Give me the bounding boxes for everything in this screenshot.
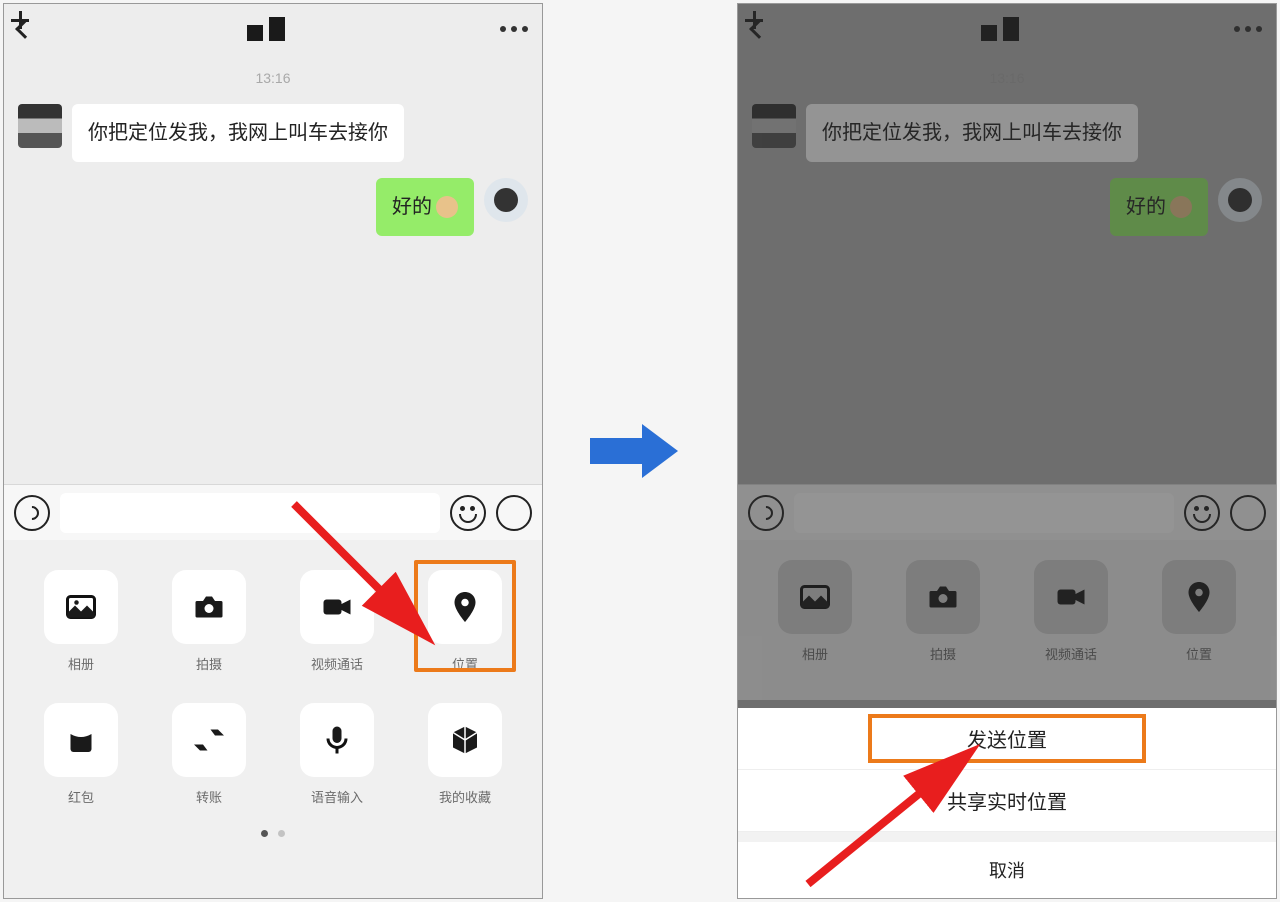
- chat-messages: 13:16 你把定位发我，我网上叫车去接你 好的: [738, 54, 1276, 484]
- voice-toggle-icon: [748, 495, 784, 531]
- message-bubble[interactable]: 好的: [376, 178, 474, 236]
- sheet-option-label: 共享实时位置: [947, 786, 1067, 815]
- attach-label: 视频通话: [1045, 644, 1097, 663]
- avatar[interactable]: [484, 178, 528, 222]
- flow-arrow-icon: [590, 424, 680, 478]
- attach-album: 相册: [762, 560, 868, 663]
- highlight-annotation: [868, 714, 1146, 763]
- sheet-share-realtime-location[interactable]: 共享实时位置: [738, 770, 1276, 832]
- timestamp: 13:16: [18, 70, 528, 86]
- plus-icon: [1230, 495, 1266, 531]
- input-bar: [4, 484, 542, 540]
- attach-label: 拍摄: [930, 644, 956, 663]
- location-pin-icon: [447, 589, 483, 625]
- ok-hand-emoji: [1170, 196, 1192, 218]
- mic-icon: [319, 722, 355, 758]
- contact-name-redacted: [981, 17, 1019, 41]
- avatar: [752, 104, 796, 148]
- plus-icon[interactable]: [496, 495, 532, 531]
- phone-screen-left: 13:16 你把定位发我，我网上叫车去接你 好的 相册: [3, 3, 543, 899]
- red-packet-icon: [63, 722, 99, 758]
- attach-label: 我的收藏: [439, 787, 491, 806]
- more-icon: [1234, 26, 1262, 32]
- message-outgoing: 好的: [752, 178, 1262, 236]
- timestamp: 13:16: [752, 70, 1262, 86]
- location-action-sheet: 发送位置 共享实时位置 取消: [738, 708, 1276, 898]
- message-bubble[interactable]: 你把定位发我，我网上叫车去接你: [72, 104, 404, 162]
- message-input: [794, 493, 1174, 533]
- video-icon: [319, 589, 355, 625]
- attach-camera[interactable]: 拍摄: [156, 570, 262, 673]
- input-bar: [738, 484, 1276, 540]
- message-input[interactable]: [60, 493, 440, 533]
- chat-header: [738, 4, 1276, 54]
- attach-transfer[interactable]: 转账: [156, 703, 262, 806]
- chat-messages: 13:16 你把定位发我，我网上叫车去接你 好的: [4, 54, 542, 484]
- attach-label: 相册: [802, 644, 828, 663]
- message-text: 好的: [392, 192, 432, 222]
- contact-name-redacted: [247, 17, 285, 41]
- transfer-icon: [191, 722, 227, 758]
- attachment-panel: 相册 拍摄 视频通话 位置: [738, 540, 1276, 700]
- attach-red-packet[interactable]: 红包: [28, 703, 134, 806]
- page-indicator: [28, 830, 518, 837]
- voice-toggle-icon[interactable]: [14, 495, 50, 531]
- message-outgoing: 好的: [18, 178, 528, 236]
- phone-screen-right: 13:16 你把定位发我，我网上叫车去接你 好的: [737, 3, 1277, 899]
- location-pin-icon: [1181, 579, 1217, 615]
- sheet-send-location[interactable]: 发送位置: [738, 708, 1276, 770]
- sheet-cancel[interactable]: 取消: [738, 842, 1276, 898]
- message-incoming: 你把定位发我，我网上叫车去接你: [752, 104, 1262, 162]
- attach-label: 红包: [68, 787, 94, 806]
- attach-location: 位置: [1146, 560, 1252, 663]
- attach-label: 位置: [452, 654, 478, 673]
- sheet-cancel-label: 取消: [989, 857, 1025, 883]
- attach-label: 视频通话: [311, 654, 363, 673]
- attach-label: 语音输入: [311, 787, 363, 806]
- message-incoming: 你把定位发我，我网上叫车去接你: [18, 104, 528, 162]
- ok-hand-emoji: [436, 196, 458, 218]
- image-icon: [63, 589, 99, 625]
- attach-voice-input[interactable]: 语音输入: [284, 703, 390, 806]
- image-icon: [797, 579, 833, 615]
- attach-label: 拍摄: [196, 654, 222, 673]
- video-icon: [1053, 579, 1089, 615]
- attachment-panel: 相册 拍摄 视频通话 位置 红包: [4, 540, 542, 899]
- emoji-icon[interactable]: [450, 495, 486, 531]
- emoji-icon: [1184, 495, 1220, 531]
- more-icon[interactable]: [500, 26, 528, 32]
- attach-album[interactable]: 相册: [28, 570, 134, 673]
- attach-location[interactable]: 位置: [412, 570, 518, 673]
- chat-header: [4, 4, 542, 54]
- message-bubble: 你把定位发我，我网上叫车去接你: [806, 104, 1138, 162]
- attach-label: 位置: [1186, 644, 1212, 663]
- camera-icon: [925, 579, 961, 615]
- message-text: 好的: [1126, 192, 1166, 222]
- message-bubble: 好的: [1110, 178, 1208, 236]
- attach-video-call[interactable]: 视频通话: [284, 570, 390, 673]
- cube-icon: [447, 722, 483, 758]
- camera-icon: [191, 589, 227, 625]
- avatar[interactable]: [18, 104, 62, 148]
- avatar: [1218, 178, 1262, 222]
- attach-camera: 拍摄: [890, 560, 996, 663]
- attach-label: 相册: [68, 654, 94, 673]
- attach-video-call: 视频通话: [1018, 560, 1124, 663]
- attach-favorites[interactable]: 我的收藏: [412, 703, 518, 806]
- attach-label: 转账: [196, 787, 222, 806]
